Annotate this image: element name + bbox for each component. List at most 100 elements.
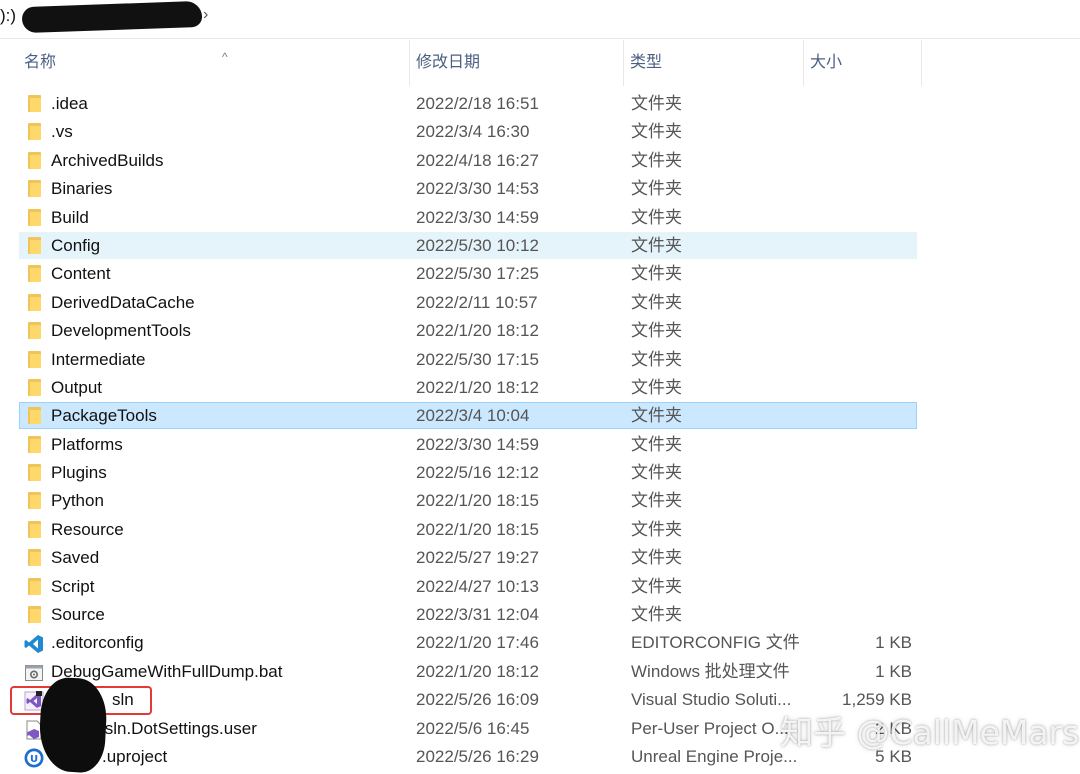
file-type: 文件夹 bbox=[631, 264, 682, 284]
folder-icon bbox=[28, 378, 41, 396]
file-row[interactable]: Config 2022/5/30 10:12 文件夹 bbox=[0, 231, 1080, 259]
watermark: 知乎 @CallMeMars bbox=[780, 713, 1080, 752]
file-type: 文件夹 bbox=[631, 94, 682, 113]
file-size bbox=[800, 572, 912, 600]
file-date: 2022/3/4 10:04 bbox=[416, 406, 530, 426]
file-size bbox=[800, 174, 912, 202]
file-row[interactable]: DerivedDataCache 2022/2/11 10:57 文件夹 bbox=[0, 288, 1080, 316]
file-type: Visual Studio Soluti... bbox=[631, 690, 792, 710]
file-row[interactable]: Python 2022/1/20 18:15 文件夹 bbox=[0, 486, 1080, 514]
sort-ascending-icon: ^ bbox=[222, 50, 228, 64]
file-row[interactable]: Binaries 2022/3/30 14:53 文件夹 bbox=[0, 174, 1080, 202]
file-name: Binaries bbox=[51, 179, 113, 199]
file-date: 2022/4/18 16:27 bbox=[416, 150, 539, 170]
file-row[interactable]: Script 2022/4/27 10:13 文件夹 bbox=[0, 572, 1080, 600]
folder-icon bbox=[28, 350, 41, 368]
column-header-size[interactable]: 大小 bbox=[804, 40, 922, 86]
file-row[interactable]: Saved 2022/5/27 19:27 文件夹 bbox=[0, 543, 1080, 571]
file-row[interactable]: Plugins 2022/5/16 12:12 文件夹 bbox=[0, 458, 1080, 486]
file-date: 2022/5/6 16:45 bbox=[416, 718, 530, 738]
file-size bbox=[800, 515, 912, 543]
folder-icon bbox=[28, 265, 41, 283]
file-date: 2022/3/30 14:59 bbox=[416, 434, 539, 454]
file-row[interactable]: .editorconfig 2022/1/20 17:46 EDITORCONF… bbox=[0, 628, 1080, 656]
file-size bbox=[800, 600, 912, 628]
folder-icon bbox=[28, 236, 41, 254]
file-size bbox=[800, 430, 912, 458]
file-row[interactable]: Source 2022/3/31 12:04 文件夹 bbox=[0, 600, 1080, 628]
file-size bbox=[800, 486, 912, 514]
file-name: Python bbox=[51, 491, 104, 511]
column-header-name-label: 名称 bbox=[24, 54, 57, 71]
file-row[interactable]: DebugGameWithFullDump.bat 2022/1/20 18:1… bbox=[0, 657, 1080, 685]
unreal-engine-icon: U bbox=[24, 748, 44, 768]
file-row[interactable]: ArchivedBuilds 2022/4/18 16:27 文件夹 bbox=[0, 146, 1080, 174]
file-date: 2022/1/20 18:12 bbox=[416, 661, 539, 681]
column-header-type[interactable]: 类型 bbox=[624, 40, 804, 86]
file-name: .vs bbox=[51, 122, 73, 142]
column-header-date[interactable]: 修改日期 bbox=[410, 40, 624, 86]
file-date: 2022/3/30 14:53 bbox=[416, 179, 539, 199]
column-header-date-label: 修改日期 bbox=[416, 54, 481, 71]
file-size: 1 KB bbox=[875, 661, 912, 681]
file-row[interactable]: Platforms 2022/3/30 14:59 文件夹 bbox=[0, 430, 1080, 458]
folder-icon bbox=[28, 208, 41, 226]
file-type: Unreal Engine Proje... bbox=[631, 746, 798, 766]
file-size bbox=[800, 316, 912, 344]
file-row[interactable]: Intermediate 2022/5/30 17:15 文件夹 bbox=[0, 345, 1080, 373]
file-type: 文件夹 bbox=[631, 434, 682, 454]
file-date: 2022/5/30 17:25 bbox=[416, 264, 539, 284]
file-name: PackageTools bbox=[51, 406, 157, 426]
file-size bbox=[800, 146, 912, 174]
file-size bbox=[800, 288, 912, 316]
file-date: 2022/1/20 18:12 bbox=[416, 321, 539, 341]
vscode-icon bbox=[24, 634, 43, 654]
folder-icon bbox=[28, 520, 41, 538]
file-row[interactable]: Resource 2022/1/20 18:15 文件夹 bbox=[0, 515, 1080, 543]
file-date: 2022/3/31 12:04 bbox=[416, 605, 539, 625]
folder-icon bbox=[28, 435, 41, 453]
folder-icon bbox=[28, 293, 41, 311]
file-size bbox=[800, 458, 912, 486]
file-type: 文件夹 bbox=[631, 321, 682, 341]
file-row[interactable]: Build 2022/3/30 14:59 文件夹 bbox=[0, 203, 1080, 231]
file-type: 文件夹 bbox=[631, 548, 682, 568]
file-date: 2022/5/26 16:09 bbox=[416, 690, 539, 710]
file-row[interactable]: .vs 2022/3/4 16:30 文件夹 bbox=[0, 117, 1080, 145]
folder-icon bbox=[28, 549, 41, 567]
file-type: EDITORCONFIG 文件 bbox=[631, 633, 800, 653]
file-name: Source bbox=[51, 605, 105, 625]
file-size bbox=[800, 259, 912, 287]
column-header-name[interactable]: 名称 ^ bbox=[18, 40, 410, 86]
file-name: Output bbox=[51, 377, 103, 397]
file-type: 文件夹 bbox=[631, 463, 682, 483]
svg-text:U: U bbox=[30, 754, 38, 765]
file-row[interactable]: DevelopmentTools 2022/1/20 18:12 文件夹 bbox=[0, 316, 1080, 344]
redacted-path bbox=[21, 0, 203, 34]
file-type: 文件夹 bbox=[631, 292, 682, 312]
file-name: Platforms bbox=[51, 434, 123, 454]
address-bar[interactable]: ):) › bbox=[0, 0, 1080, 39]
folder-icon bbox=[28, 151, 41, 169]
breadcrumb-drive[interactable]: ):) bbox=[0, 6, 16, 26]
file-name: Plugins bbox=[51, 463, 107, 483]
file-row[interactable]: Output 2022/1/20 18:12 文件夹 bbox=[0, 373, 1080, 401]
file-date: 2022/1/20 18:15 bbox=[416, 519, 539, 539]
file-date: 2022/3/30 14:59 bbox=[416, 207, 539, 227]
file-type: Per-User Project O... bbox=[631, 718, 789, 738]
file-size bbox=[800, 543, 912, 571]
file-type: 文件夹 bbox=[631, 207, 682, 227]
file-type: 文件夹 bbox=[631, 122, 682, 142]
file-type: 文件夹 bbox=[631, 179, 682, 199]
file-name: .sln.DotSettings.user bbox=[100, 718, 257, 738]
file-name: Resource bbox=[51, 519, 124, 539]
file-size: 1 KB bbox=[875, 633, 912, 653]
file-row[interactable]: PackageTools 2022/3/4 10:04 文件夹 bbox=[0, 401, 1080, 430]
chevron-right-icon[interactable]: › bbox=[203, 6, 208, 24]
file-name: Intermediate bbox=[51, 349, 146, 369]
file-name: .uproject bbox=[102, 746, 168, 766]
file-row[interactable]: .idea 2022/2/18 16:51 文件夹 bbox=[0, 89, 1080, 117]
folder-icon bbox=[28, 407, 41, 425]
file-row[interactable]: Content 2022/5/30 17:25 文件夹 bbox=[0, 259, 1080, 287]
file-date: 2022/4/27 10:13 bbox=[416, 576, 539, 596]
